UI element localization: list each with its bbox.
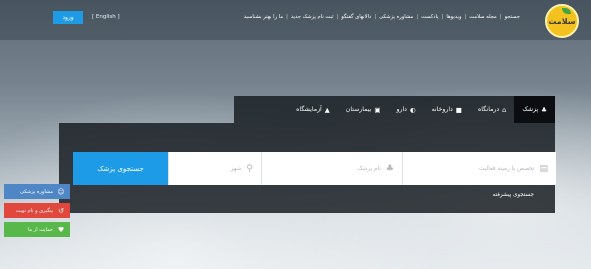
- briefcase-icon: ▤: [539, 163, 548, 174]
- side-button-label: پیگیری و نام نوبت: [15, 207, 53, 214]
- clinic-icon: ⌂: [502, 105, 507, 114]
- refresh-icon: ↺: [58, 206, 64, 215]
- nav-item-forums[interactable]: دالانهای گفتگو: [338, 14, 374, 20]
- tab-lab[interactable]: ▲ آزمایشگاه: [288, 96, 338, 123]
- tab-label: دارو: [396, 106, 407, 113]
- tab-label: بیمارستان: [345, 106, 372, 113]
- specialty-placeholder: تخصص یا زمینه فعالیت: [479, 165, 535, 172]
- nav-item-register-doctor[interactable]: ثبت نام پزشک جدید: [288, 14, 337, 20]
- side-button-label: حمایت از ما: [28, 226, 53, 233]
- nav-separator: |: [374, 14, 377, 20]
- tab-pharmacy[interactable]: ■ داروخانه: [424, 96, 470, 123]
- nav-separator: |: [336, 14, 339, 20]
- location-pin-icon: ⚲: [246, 163, 253, 174]
- language-switch[interactable]: [ English ]: [92, 14, 120, 20]
- tab-label: پزشک: [522, 106, 539, 113]
- logo-text: سلامت: [548, 16, 576, 26]
- advanced-search-link[interactable]: جستجوی پیشرفته: [493, 192, 534, 198]
- nav-item-podcast[interactable]: پادکست: [418, 14, 442, 20]
- tab-medicine[interactable]: ◐ دارو: [388, 96, 423, 123]
- nav-item-magazine[interactable]: مجله سلامت: [466, 14, 500, 20]
- pill-icon: ◐: [409, 105, 416, 114]
- side-button-consult[interactable]: مشاوره پزشکی ☺: [4, 184, 70, 199]
- pharmacy-icon: ■: [455, 105, 462, 114]
- login-button[interactable]: ورود: [53, 11, 83, 24]
- nav-item-search[interactable]: جستجو: [502, 14, 523, 20]
- tab-hospital[interactable]: ▣ بیمارستان: [338, 96, 389, 123]
- nav-separator: |: [464, 14, 467, 20]
- city-placeholder: شهر: [230, 165, 242, 172]
- doctor-icon: ♣: [541, 105, 547, 114]
- nav-separator: |: [286, 14, 288, 20]
- tab-label: درمانگاه: [477, 106, 500, 113]
- main-nav: جستجو | مجله سلامت | ویدیوها | پادکست | مشاو…: [241, 14, 523, 20]
- nav-separator: |: [416, 14, 419, 20]
- city-field[interactable]: شهر ⚲: [168, 152, 261, 185]
- tab-doctor[interactable]: ♣ پزشک: [514, 96, 555, 123]
- nav-item-videos[interactable]: ویدیوها: [443, 14, 464, 20]
- name-placeholder: نام پزشک: [357, 165, 381, 172]
- doctor-name-field[interactable]: نام پزشک ♣: [261, 152, 402, 185]
- tab-label: داروخانه: [431, 106, 453, 113]
- side-button-followup[interactable]: پیگیری و نام نوبت ↺: [4, 203, 70, 218]
- tab-clinic[interactable]: ⌂ درمانگاه: [470, 96, 514, 123]
- nav-item-consult[interactable]: مشاوره پزشکی: [376, 14, 416, 20]
- doctor-icon: ♣: [385, 163, 394, 174]
- logo-leaf-icon: [562, 8, 571, 14]
- nav-item-about[interactable]: ما را بهتر بشناسید: [241, 14, 286, 20]
- heart-icon: ♥: [57, 225, 65, 234]
- nav-separator: |: [441, 14, 444, 20]
- user-icon: ☺: [57, 187, 65, 196]
- nav-separator: |: [499, 14, 502, 20]
- search-doctor-button[interactable]: جستجوی پزشک: [73, 152, 168, 185]
- specialty-field[interactable]: تخصص یا زمینه فعالیت ▤: [402, 152, 556, 185]
- search-form: جستجوی پزشک شهر ⚲ نام پزشک ♣ تخصص یا زمی…: [73, 152, 556, 185]
- flask-icon: ▲: [324, 105, 330, 114]
- site-header: سلامت جستجو | مجله سلامت | ویدیوها | پادکست…: [0, 0, 591, 42]
- side-button-support[interactable]: حمایت از ما ♥: [4, 222, 70, 237]
- site-logo[interactable]: سلامت: [545, 4, 579, 38]
- tab-label: آزمایشگاه: [296, 106, 322, 113]
- side-button-label: مشاوره پزشکی: [20, 188, 53, 195]
- search-tabs: ♣ پزشک ⌂ درمانگاه ■ داروخانه ◐ دارو ▣ بی…: [234, 96, 555, 123]
- hospital-icon: ▣: [374, 105, 381, 114]
